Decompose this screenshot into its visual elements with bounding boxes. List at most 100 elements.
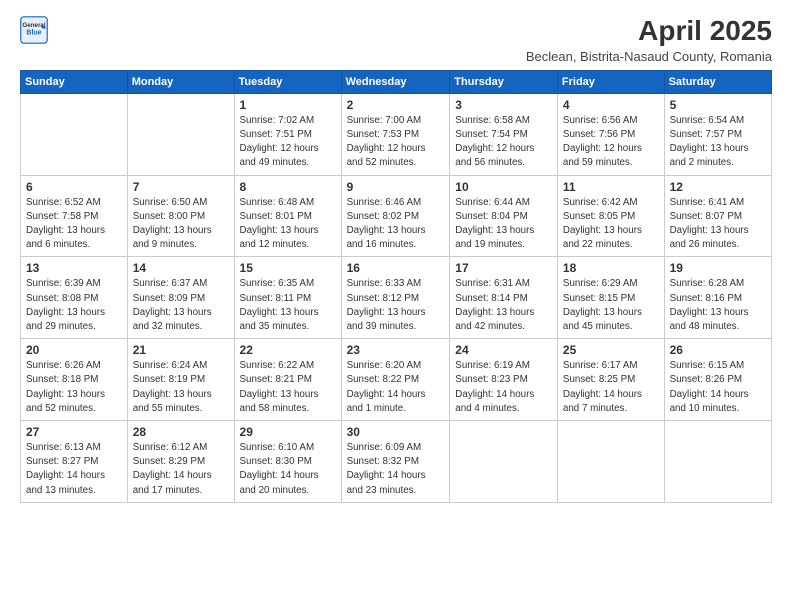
cell-day-number: 24	[455, 343, 552, 357]
cell-day-number: 5	[670, 98, 766, 112]
calendar-cell: 16 Sunrise: 6:33 AM Sunset: 8:12 PM Dayli…	[341, 257, 450, 339]
calendar-cell: 13 Sunrise: 6:39 AM Sunset: 8:08 PM Dayli…	[21, 257, 128, 339]
cell-day-number: 12	[670, 180, 766, 194]
calendar-cell: 24 Sunrise: 6:19 AM Sunset: 8:23 PM Dayli…	[450, 339, 558, 421]
cell-day-number: 4	[563, 98, 659, 112]
cell-info: Sunrise: 6:58 AM Sunset: 7:54 PM Dayligh…	[455, 114, 552, 171]
main-title: April 2025	[526, 16, 772, 47]
cell-day-number: 27	[26, 425, 122, 439]
calendar-cell: 12 Sunrise: 6:41 AM Sunset: 8:07 PM Dayli…	[664, 175, 771, 257]
cell-info: Sunrise: 6:19 AM Sunset: 8:23 PM Dayligh…	[455, 359, 552, 416]
cell-info: Sunrise: 6:28 AM Sunset: 8:16 PM Dayligh…	[670, 277, 766, 334]
cell-day-number: 1	[240, 98, 336, 112]
calendar-week-row: 1Sunrise: 7:02 AM Sunset: 7:51 PM Daylig…	[21, 93, 772, 175]
cell-info: Sunrise: 6:09 AM Sunset: 8:32 PM Dayligh…	[347, 441, 445, 498]
cell-day-number: 16	[347, 261, 445, 275]
calendar-cell: 3Sunrise: 6:58 AM Sunset: 7:54 PM Daylig…	[450, 93, 558, 175]
cell-day-number: 20	[26, 343, 122, 357]
cell-day-number: 15	[240, 261, 336, 275]
cell-info: Sunrise: 6:24 AM Sunset: 8:19 PM Dayligh…	[133, 359, 229, 416]
calendar-cell: 11 Sunrise: 6:42 AM Sunset: 8:05 PM Dayli…	[557, 175, 664, 257]
calendar-cell: 7 Sunrise: 6:50 AM Sunset: 8:00 PM Daylig…	[127, 175, 234, 257]
calendar-table: SundayMondayTuesdayWednesdayThursdayFrid…	[20, 70, 772, 503]
cell-info: Sunrise: 6:41 AM Sunset: 8:07 PM Dayligh…	[670, 196, 766, 253]
cell-day-number: 14	[133, 261, 229, 275]
cell-info: Sunrise: 6:42 AM Sunset: 8:05 PM Dayligh…	[563, 196, 659, 253]
cell-info: Sunrise: 6:50 AM Sunset: 8:00 PM Dayligh…	[133, 196, 229, 253]
cell-day-number: 18	[563, 261, 659, 275]
calendar-cell: 22Sunrise: 6:22 AM Sunset: 8:21 PM Dayli…	[234, 339, 341, 421]
day-of-week-header: Tuesday	[234, 70, 341, 93]
calendar-cell	[127, 93, 234, 175]
cell-day-number: 19	[670, 261, 766, 275]
page: General Blue April 2025 Beclean, Bistrit…	[0, 0, 792, 612]
subtitle: Beclean, Bistrita-Nasaud County, Romania	[526, 49, 772, 64]
calendar-cell: 9 Sunrise: 6:46 AM Sunset: 8:02 PM Daylig…	[341, 175, 450, 257]
calendar-cell: 10 Sunrise: 6:44 AM Sunset: 8:04 PM Dayli…	[450, 175, 558, 257]
cell-day-number: 25	[563, 343, 659, 357]
cell-info: Sunrise: 6:31 AM Sunset: 8:14 PM Dayligh…	[455, 277, 552, 334]
cell-day-number: 17	[455, 261, 552, 275]
cell-day-number: 29	[240, 425, 336, 439]
calendar-cell: 25 Sunrise: 6:17 AM Sunset: 8:25 PM Dayli…	[557, 339, 664, 421]
day-of-week-header: Friday	[557, 70, 664, 93]
cell-info: Sunrise: 6:17 AM Sunset: 8:25 PM Dayligh…	[563, 359, 659, 416]
title-block: April 2025 Beclean, Bistrita-Nasaud Coun…	[526, 16, 772, 64]
calendar-cell: 20Sunrise: 6:26 AM Sunset: 8:18 PM Dayli…	[21, 339, 128, 421]
calendar-week-row: 6 Sunrise: 6:52 AM Sunset: 7:58 PM Daylig…	[21, 175, 772, 257]
cell-info: Sunrise: 6:13 AM Sunset: 8:27 PM Dayligh…	[26, 441, 122, 498]
day-of-week-header: Wednesday	[341, 70, 450, 93]
cell-info: Sunrise: 7:00 AM Sunset: 7:53 PM Dayligh…	[347, 114, 445, 171]
cell-info: Sunrise: 6:15 AM Sunset: 8:26 PM Dayligh…	[670, 359, 766, 416]
logo-icon: General Blue	[20, 16, 48, 44]
calendar-cell: 6 Sunrise: 6:52 AM Sunset: 7:58 PM Daylig…	[21, 175, 128, 257]
calendar-cell	[557, 421, 664, 503]
calendar-cell: 18 Sunrise: 6:29 AM Sunset: 8:15 PM Dayli…	[557, 257, 664, 339]
cell-day-number: 13	[26, 261, 122, 275]
cell-info: Sunrise: 6:29 AM Sunset: 8:15 PM Dayligh…	[563, 277, 659, 334]
cell-info: Sunrise: 6:54 AM Sunset: 7:57 PM Dayligh…	[670, 114, 766, 171]
logo: General Blue	[20, 16, 48, 44]
cell-day-number: 9	[347, 180, 445, 194]
cell-info: Sunrise: 6:56 AM Sunset: 7:56 PM Dayligh…	[563, 114, 659, 171]
calendar-header: SundayMondayTuesdayWednesdayThursdayFrid…	[21, 70, 772, 93]
calendar-cell: 4 Sunrise: 6:56 AM Sunset: 7:56 PM Daylig…	[557, 93, 664, 175]
day-of-week-header: Saturday	[664, 70, 771, 93]
calendar-week-row: 27 Sunrise: 6:13 AM Sunset: 8:27 PM Dayli…	[21, 421, 772, 503]
cell-info: Sunrise: 6:12 AM Sunset: 8:29 PM Dayligh…	[133, 441, 229, 498]
cell-info: Sunrise: 6:46 AM Sunset: 8:02 PM Dayligh…	[347, 196, 445, 253]
cell-info: Sunrise: 6:44 AM Sunset: 8:04 PM Dayligh…	[455, 196, 552, 253]
cell-day-number: 7	[133, 180, 229, 194]
cell-day-number: 21	[133, 343, 229, 357]
day-of-week-header: Thursday	[450, 70, 558, 93]
calendar-cell: 14 Sunrise: 6:37 AM Sunset: 8:09 PM Dayli…	[127, 257, 234, 339]
calendar-body: 1Sunrise: 7:02 AM Sunset: 7:51 PM Daylig…	[21, 93, 772, 502]
cell-day-number: 8	[240, 180, 336, 194]
calendar-cell	[664, 421, 771, 503]
cell-day-number: 23	[347, 343, 445, 357]
calendar-cell: 17 Sunrise: 6:31 AM Sunset: 8:14 PM Dayli…	[450, 257, 558, 339]
day-of-week-header: Monday	[127, 70, 234, 93]
calendar-cell	[21, 93, 128, 175]
cell-day-number: 11	[563, 180, 659, 194]
cell-info: Sunrise: 6:33 AM Sunset: 8:12 PM Dayligh…	[347, 277, 445, 334]
calendar-cell: 15Sunrise: 6:35 AM Sunset: 8:11 PM Dayli…	[234, 257, 341, 339]
calendar-cell: 21 Sunrise: 6:24 AM Sunset: 8:19 PM Dayli…	[127, 339, 234, 421]
svg-text:Blue: Blue	[26, 30, 41, 37]
calendar-cell: 27 Sunrise: 6:13 AM Sunset: 8:27 PM Dayli…	[21, 421, 128, 503]
calendar-cell: 8Sunrise: 6:48 AM Sunset: 8:01 PM Daylig…	[234, 175, 341, 257]
cell-day-number: 2	[347, 98, 445, 112]
calendar-cell: 23Sunrise: 6:20 AM Sunset: 8:22 PM Dayli…	[341, 339, 450, 421]
cell-info: Sunrise: 6:39 AM Sunset: 8:08 PM Dayligh…	[26, 277, 122, 334]
calendar-cell	[450, 421, 558, 503]
cell-day-number: 6	[26, 180, 122, 194]
header: General Blue April 2025 Beclean, Bistrit…	[20, 16, 772, 64]
cell-info: Sunrise: 6:37 AM Sunset: 8:09 PM Dayligh…	[133, 277, 229, 334]
days-of-week-row: SundayMondayTuesdayWednesdayThursdayFrid…	[21, 70, 772, 93]
cell-day-number: 22	[240, 343, 336, 357]
cell-info: Sunrise: 6:52 AM Sunset: 7:58 PM Dayligh…	[26, 196, 122, 253]
calendar-cell: 19 Sunrise: 6:28 AM Sunset: 8:16 PM Dayli…	[664, 257, 771, 339]
calendar-cell: 26Sunrise: 6:15 AM Sunset: 8:26 PM Dayli…	[664, 339, 771, 421]
cell-day-number: 10	[455, 180, 552, 194]
calendar-cell: 28Sunrise: 6:12 AM Sunset: 8:29 PM Dayli…	[127, 421, 234, 503]
